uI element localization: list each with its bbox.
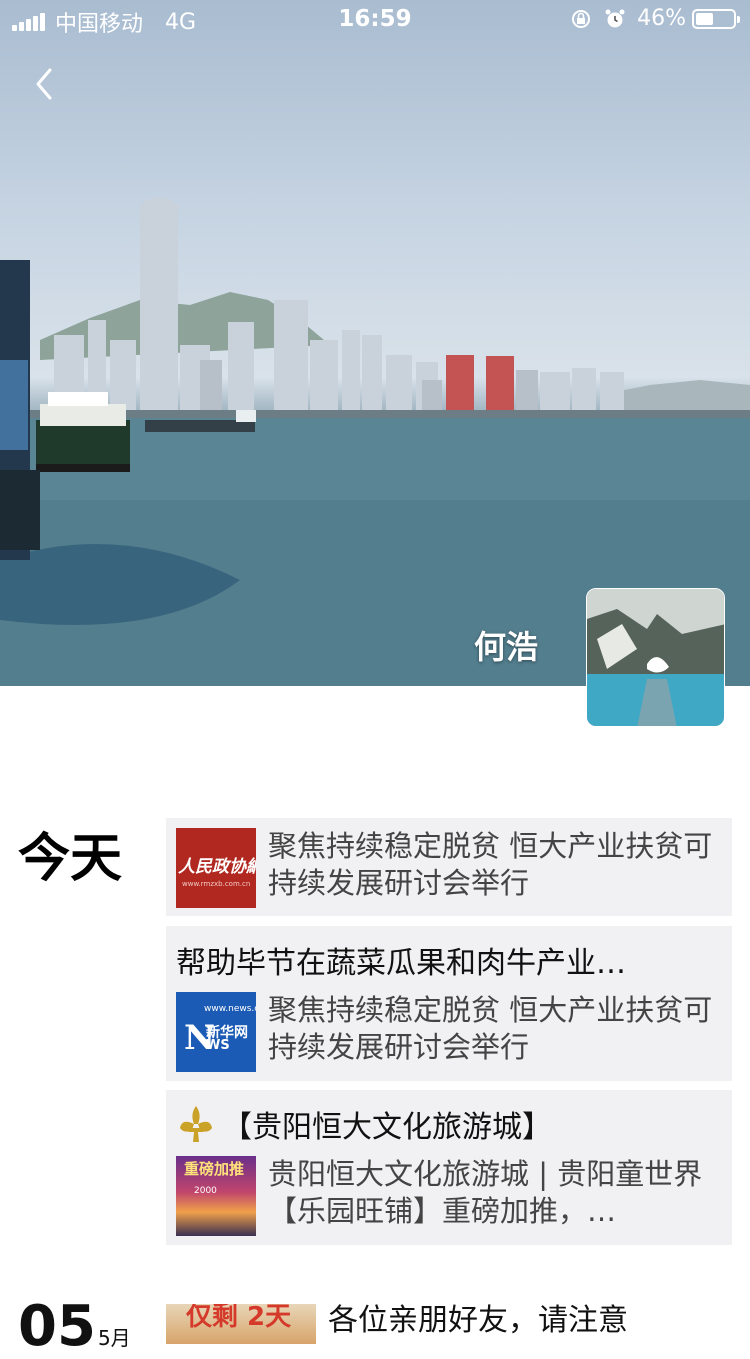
date-label-0505: 05 5月 <box>18 1294 131 1359</box>
share-title: 聚焦持续稳定脱贫 恒大产业扶贫可持续发展研讨会举行 <box>268 829 713 900</box>
promo-number-text: 2000 <box>194 1186 217 1196</box>
status-bar: 中国移动 4G 16:59 46% <box>0 0 750 40</box>
share-row: 重磅加推 2000 贵阳恒大文化旅游城 | 贵阳童世界【乐园旺铺】重磅加推，… <box>176 1156 722 1236</box>
share-row: www.news.cn N 新华网 WS 聚焦持续稳定脱贫 恒大产业扶贫可持续发… <box>176 992 722 1072</box>
rotation-lock-icon <box>569 7 593 31</box>
post-caption-row: 【贵阳恒大文化旅游城】 <box>176 1102 722 1146</box>
shared-post-card[interactable]: 帮助毕节在蔬菜瓜果和肉牛产业… www.news.cn N 新华网 WS 聚焦持… <box>166 926 732 1081</box>
preview-thumb-text: 仅剩 2天 <box>186 1304 292 1332</box>
share-thumbnail: 人民政协網 www.rmzxb.com.cn <box>176 828 256 908</box>
profile-name[interactable]: 何浩 <box>474 622 538 668</box>
battery-percent: 46% <box>637 6 686 31</box>
chevron-left-icon <box>36 68 52 100</box>
share-thumbnail: 重磅加推 2000 <box>176 1156 256 1236</box>
share-thumbnail: www.news.cn N 新华网 WS <box>176 992 256 1072</box>
post-preview[interactable]: 仅剩 2天 各位亲朋好友，请注意 <box>166 1304 628 1344</box>
post-preview-thumbnail: 仅剩 2天 <box>166 1304 316 1344</box>
battery-fill <box>696 12 713 25</box>
promo-headline-text: 重磅加推 <box>184 1160 245 1178</box>
avatar[interactable] <box>586 588 725 727</box>
share-title: 贵阳恒大文化旅游城 | 贵阳童世界【乐园旺铺】重磅加推，… <box>268 1157 703 1228</box>
status-right: 46% <box>569 6 740 31</box>
xinhua-url-text: www.news.cn <box>204 1004 256 1014</box>
harbor-scene-image <box>0 197 750 686</box>
rmzx-logo-text: 人民政协網 <box>178 857 256 877</box>
xinhua-ws-text: WS <box>206 1038 230 1053</box>
date-month: 5月 <box>97 1326 131 1350</box>
shared-post-card[interactable]: 人民政协網 www.rmzxb.com.cn 聚焦持续稳定脱贫 恒大产业扶贫可持… <box>166 818 732 916</box>
battery-icon <box>692 8 740 29</box>
date-label-today: 今天 <box>18 829 123 889</box>
date-day: 05 <box>18 1294 96 1359</box>
back-button[interactable] <box>26 62 70 106</box>
fleur-de-lis-icon <box>180 1106 212 1142</box>
cover-photo[interactable]: 中国移动 4G 16:59 46% 何浩 <box>0 0 750 686</box>
share-row: 人民政协網 www.rmzxb.com.cn 聚焦持续稳定脱贫 恒大产业扶贫可持… <box>176 828 722 908</box>
post-caption: 帮助毕节在蔬菜瓜果和肉牛产业… <box>176 946 626 981</box>
post-caption: 【贵阳恒大文化旅游城】 <box>222 1110 552 1145</box>
shared-post-card[interactable]: 【贵阳恒大文化旅游城】 重磅加推 2000 贵阳恒大文化旅游城 | 贵阳童世界【… <box>166 1090 732 1245</box>
alarm-icon <box>603 7 627 31</box>
avatar-image <box>587 589 724 726</box>
share-title: 聚焦持续稳定脱贫 恒大产业扶贫可持续发展研讨会举行 <box>268 993 713 1064</box>
post-preview-text: 各位亲朋好友，请注意 <box>328 1303 628 1338</box>
rmzx-url-text: www.rmzxb.com.cn <box>182 880 251 888</box>
